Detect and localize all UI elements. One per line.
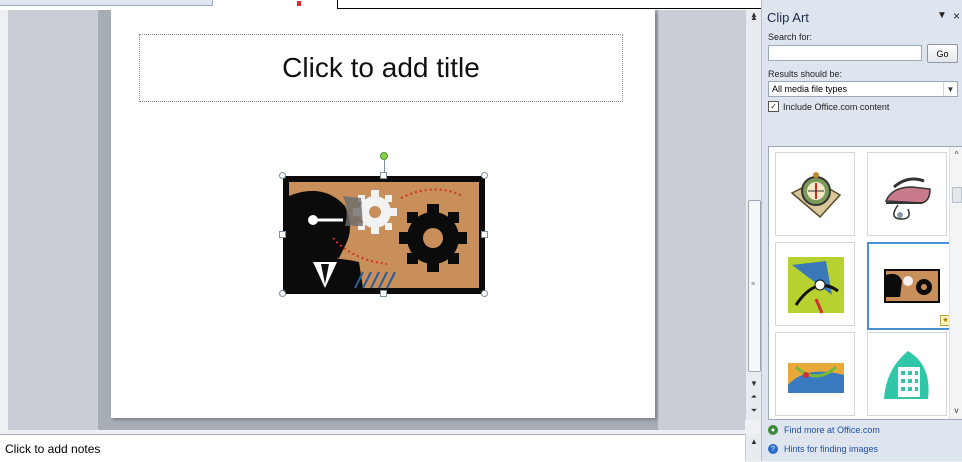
previous-slide-button[interactable]: ⏶ xyxy=(746,390,762,404)
include-office-checkbox[interactable]: ✓ xyxy=(768,101,779,112)
results-label: Results should be: xyxy=(768,69,843,79)
clip-art-results: ★ ^ v xyxy=(768,146,962,420)
results-scroll-down-button[interactable]: v xyxy=(950,403,962,417)
find-more-link[interactable]: ● Find more at Office.com xyxy=(768,425,880,435)
notes-scroll-up-button[interactable]: ▲ xyxy=(746,434,762,448)
top-red-mark xyxy=(297,1,301,6)
next-slide-button[interactable]: ⏷ xyxy=(746,404,762,418)
resize-handle-right[interactable] xyxy=(481,231,488,238)
slide[interactable]: Click to add title xyxy=(111,10,655,418)
result-circuit-scene[interactable] xyxy=(775,332,855,416)
iron-icon xyxy=(884,177,931,220)
notes-pane[interactable]: Click to add notes xyxy=(0,434,745,462)
scroll-grip-icon: ≡ xyxy=(751,281,756,288)
title-placeholder[interactable]: Click to add title xyxy=(139,34,623,102)
help-icon: ? xyxy=(768,444,778,454)
resize-handle-bottom-left[interactable] xyxy=(279,290,286,297)
result-satellite-dish[interactable] xyxy=(775,242,855,326)
result-compass-map[interactable] xyxy=(775,152,855,236)
top-tab-fragment xyxy=(0,0,213,6)
compass-map-icon xyxy=(790,172,842,219)
hints-label: Hints for finding images xyxy=(784,444,879,454)
resize-handle-top[interactable] xyxy=(380,172,387,179)
satellite-icon xyxy=(788,257,844,314)
slide-vertical-scrollbar[interactable]: ▲ ≡ ▼ ⏶ ⏷ xyxy=(745,10,762,420)
include-office-row[interactable]: ✓ Include Office.com content xyxy=(768,101,889,112)
title-placeholder-text: Click to add title xyxy=(282,52,480,83)
pane-scroll-up-icon[interactable]: ▲ xyxy=(750,10,758,19)
resize-handle-top-right[interactable] xyxy=(481,172,488,179)
search-input[interactable] xyxy=(768,45,922,61)
result-clothes-iron[interactable] xyxy=(867,152,947,236)
results-scroll-up-button[interactable]: ^ xyxy=(950,147,962,161)
results-scroll-thumb[interactable] xyxy=(952,187,962,203)
media-type-select[interactable]: All media file types ▼ xyxy=(768,81,958,97)
resize-handle-left[interactable] xyxy=(279,231,286,238)
pane-title: Clip Art xyxy=(767,10,809,25)
pane-close-icon[interactable]: × xyxy=(953,9,960,23)
building-icon xyxy=(884,351,929,399)
hints-link[interactable]: ? Hints for finding images xyxy=(768,444,878,454)
resize-handle-bottom[interactable] xyxy=(380,290,387,297)
media-type-value: All media file types xyxy=(772,84,848,94)
find-more-label: Find more at Office.com xyxy=(784,425,880,435)
resize-handle-top-left[interactable] xyxy=(279,172,286,179)
rotate-handle[interactable] xyxy=(380,152,388,160)
chevron-down-icon[interactable]: ▼ xyxy=(943,82,957,96)
result-office-building[interactable] xyxy=(867,332,947,416)
clip-art-pane: ▲ Clip Art ▼ × Search for: Go Results sh… xyxy=(750,0,962,461)
businessman-gears-clipart xyxy=(283,176,485,294)
results-scrollbar[interactable]: ^ v xyxy=(949,147,962,419)
globe-icon: ● xyxy=(768,425,778,435)
resize-handle-bottom-right[interactable] xyxy=(481,290,488,297)
include-office-label: Include Office.com content xyxy=(783,101,890,112)
pane-options-dropdown-icon[interactable]: ▼ xyxy=(937,10,947,21)
notes-placeholder: Click to add notes xyxy=(5,442,101,456)
search-label: Search for: xyxy=(768,32,813,42)
scroll-down-button[interactable]: ▼ xyxy=(746,376,762,390)
go-button[interactable]: Go xyxy=(927,44,958,63)
notes-scrollbar[interactable]: ▲ xyxy=(745,434,762,461)
selected-clip-art[interactable] xyxy=(279,152,488,297)
result-businessman-gears[interactable]: ★ xyxy=(867,242,955,330)
scroll-thumb[interactable]: ≡ xyxy=(748,200,761,372)
slide-editing-area: Click to add title xyxy=(8,10,745,430)
circuit-scene-icon xyxy=(788,363,844,393)
businessman-gears-icon xyxy=(884,269,940,303)
